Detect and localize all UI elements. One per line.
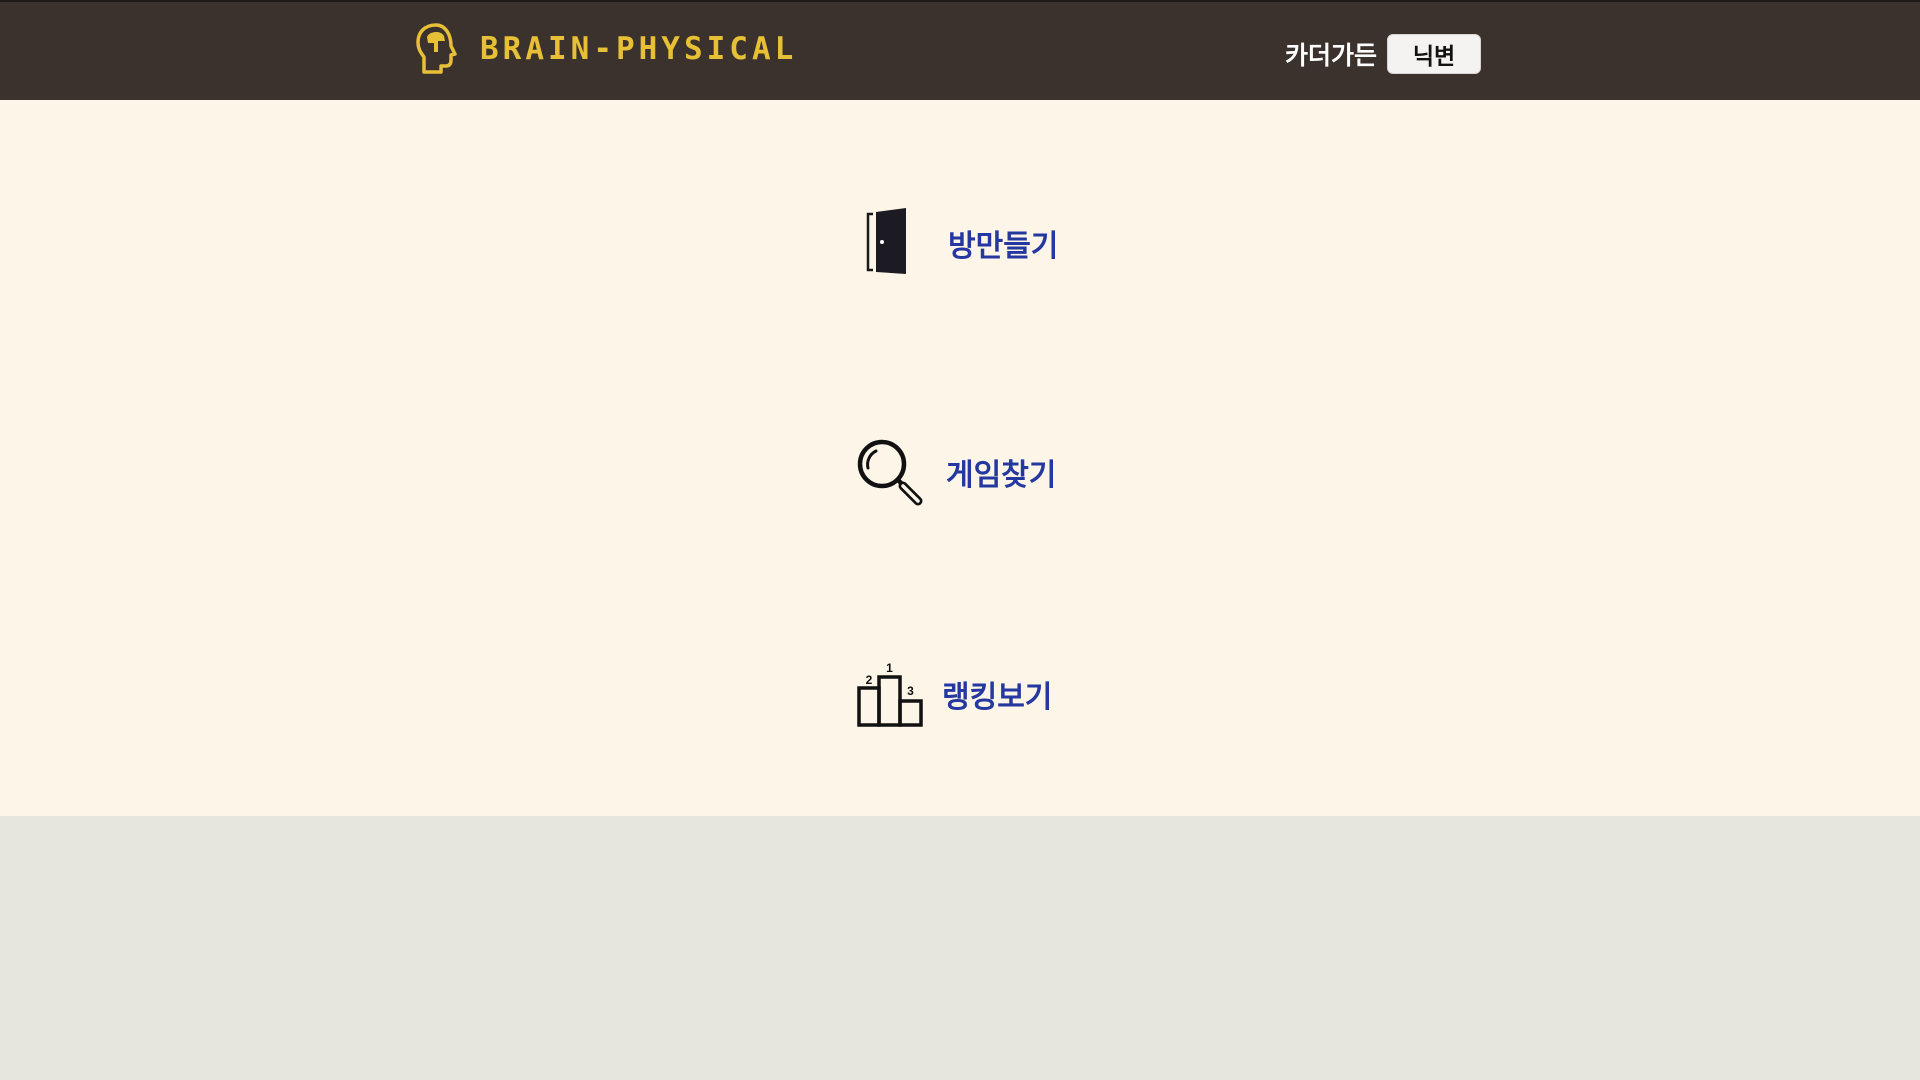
user-area: 카더가든 닉변 [1285,34,1482,74]
footer-area [0,816,1920,1080]
podium-rank-3: 3 [907,684,914,698]
podium-rank-1: 1 [886,661,893,675]
main-menu: 방만들기 게임찾기 1 2 3 랭킹보기 [0,100,1920,816]
view-ranking-button[interactable]: 1 2 3 랭킹보기 [856,660,1052,728]
user-name: 카더가든 [1285,41,1378,70]
head-icon [414,22,460,76]
door-icon [866,208,912,278]
magnifier-icon [856,438,924,506]
find-game-label: 게임찾기 [946,458,1057,493]
podium-icon: 1 2 3 [856,660,924,728]
create-room-label: 방만들기 [948,229,1059,264]
logo-link[interactable]: BRAIN-PHYSICAL [414,22,797,76]
find-game-button[interactable]: 게임찾기 [856,438,1056,506]
create-room-button[interactable]: 방만들기 [866,208,1058,278]
top-header: BRAIN-PHYSICAL 카더가든 닉변 [0,0,1920,100]
logo-text: BRAIN-PHYSICAL [480,30,798,67]
podium-rank-2: 2 [866,673,873,687]
change-nickname-button[interactable]: 닉변 [1387,34,1482,74]
view-ranking-label: 랭킹보기 [942,680,1053,715]
